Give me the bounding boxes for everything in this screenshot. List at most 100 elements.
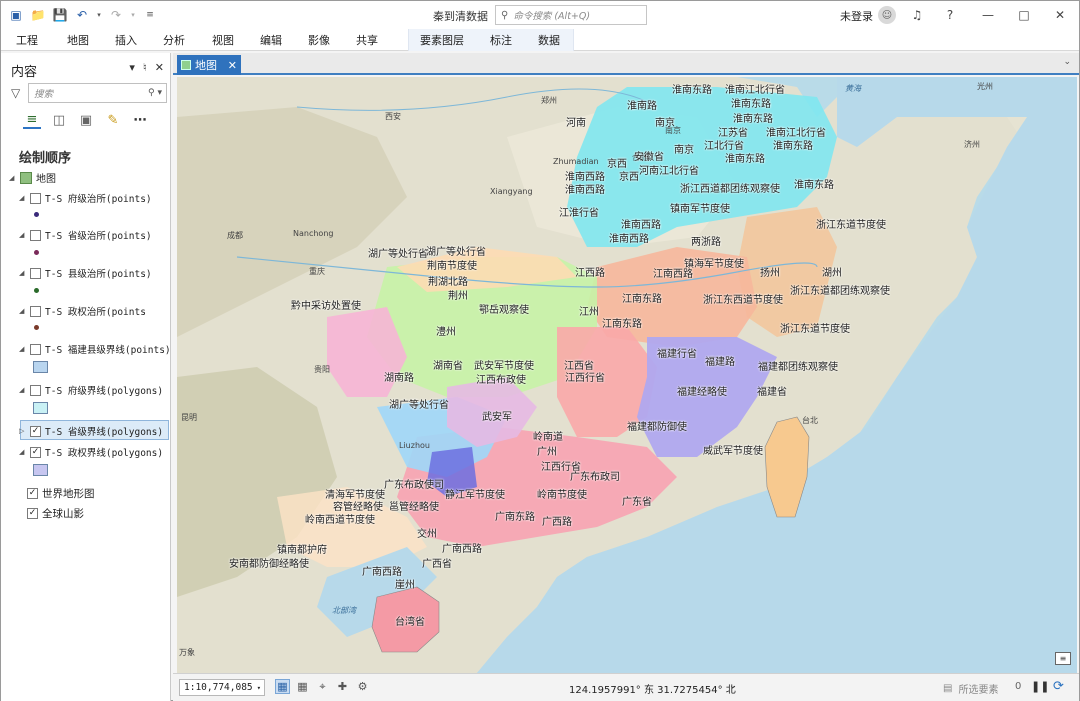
drawing-order-icon[interactable]: ≡	[23, 111, 41, 129]
tab-view[interactable]: 视图	[212, 32, 234, 48]
layer-row[interactable]: ◢ T-S 政权治所(points	[19, 304, 146, 318]
basemap-visibility-checkbox[interactable]: ✓	[27, 508, 38, 519]
crosshair-icon[interactable]: ✚	[335, 679, 350, 694]
region-label: 广南西路	[442, 544, 482, 555]
collapse-arrow-icon[interactable]: ◢	[19, 448, 26, 456]
help-icon[interactable]: ?	[941, 6, 959, 24]
data-source-icon[interactable]: ◫	[50, 111, 68, 129]
selection-view-icon[interactable]: ▣	[77, 111, 95, 129]
layer-visibility-checkbox[interactable]	[30, 192, 41, 204]
layer-row[interactable]: ◢ T-S 府级界线(polygons)	[19, 383, 163, 397]
login-status[interactable]: 未登录	[840, 8, 873, 24]
attribution-icon[interactable]: ≡	[1055, 652, 1071, 665]
redo-dropdown-icon[interactable]: ▾	[129, 6, 137, 24]
layer-visibility-checkbox[interactable]	[30, 343, 41, 355]
more-options-icon[interactable]: ⋯	[131, 111, 149, 129]
layer-visibility-checkbox[interactable]: ✓	[30, 446, 41, 458]
layer-row[interactable]: ◢ ✓ T-S 政权界线(polygons)	[19, 445, 163, 459]
basemap-row[interactable]: ✓ 世界地形图	[27, 486, 95, 501]
search-dropdown-icon[interactable]: ⚲ ▾	[148, 88, 162, 98]
scale-selector[interactable]: 1:10,774,085 ▾	[179, 679, 265, 696]
snapping-icon[interactable]: ⌖	[315, 679, 330, 694]
layer-row[interactable]: ◢ T-S 府级治所(points)	[19, 191, 152, 205]
map-canvas[interactable]: 郑州 西安 Zhumadian Xiangyang 成都 Nanchong 重庆…	[177, 77, 1077, 673]
collapse-arrow-icon[interactable]: ◢	[9, 174, 16, 182]
close-icon[interactable]: ✕	[1051, 6, 1069, 24]
basemap-visibility-checkbox[interactable]: ✓	[27, 488, 38, 499]
tab-imagery[interactable]: 影像	[308, 32, 330, 48]
pause-drawing-icon[interactable]: ❚❚	[1031, 680, 1049, 693]
selected-features-indicator[interactable]: ▤ 所选要素	[943, 681, 998, 696]
layer-row[interactable]: ◢ T-S 省级治所(points)	[19, 228, 152, 242]
region-label: 湖广等处行省	[426, 247, 486, 258]
avatar-icon[interactable]: ☺	[878, 6, 896, 24]
open-folder-icon[interactable]: 📁	[29, 6, 47, 24]
basemap-label: 重庆	[309, 267, 325, 276]
region-label: 广东布政使司	[384, 480, 444, 491]
editing-view-icon[interactable]: ✎	[104, 111, 122, 129]
map-tree-node[interactable]: ◢ 地图	[9, 170, 56, 185]
region-label: 荆湖北路	[428, 277, 468, 288]
collapse-arrow-icon[interactable]: ◢	[19, 269, 26, 277]
undo-icon[interactable]: ↶	[73, 6, 91, 24]
expand-arrow-icon[interactable]: ▷	[19, 427, 26, 435]
tab-analysis[interactable]: 分析	[163, 32, 185, 48]
layer-row[interactable]: ◢ T-S 县级治所(points)	[19, 266, 152, 280]
minimize-icon[interactable]: —	[979, 6, 997, 24]
tab-edit[interactable]: 编辑	[260, 32, 282, 48]
tab-project[interactable]: 工程	[16, 32, 38, 48]
tab-labeling[interactable]: 标注	[490, 32, 512, 48]
layer-row-selected[interactable]: ▷ ✓ T-S 省级界线(polygons)	[19, 424, 163, 438]
fixed-zoom-icon[interactable]: ▦	[275, 679, 290, 694]
map-view-icon	[181, 60, 191, 70]
window-title: 秦到清数据	[433, 10, 488, 23]
layer-search-input[interactable]: 搜索 ⚲ ▾	[28, 83, 167, 103]
filter-icon[interactable]: ▽	[11, 86, 20, 100]
collapse-arrow-icon[interactable]: ◢	[19, 345, 26, 353]
region-label: 淮南东路	[672, 85, 712, 96]
command-search-input[interactable]: ⚲ 命令搜索 (Alt+Q)	[495, 5, 647, 25]
tab-data[interactable]: 数据	[538, 32, 560, 48]
customize-toolbar-icon[interactable]: ≡	[141, 6, 159, 24]
layer-visibility-checkbox[interactable]: ✓	[30, 425, 41, 437]
tab-map[interactable]: 地图	[67, 32, 89, 48]
polygon-symbol-swatch	[33, 464, 48, 476]
tab-map-view[interactable]: 地图 ✕	[177, 55, 241, 75]
layer-visibility-checkbox[interactable]	[30, 305, 41, 317]
collapse-arrow-icon[interactable]: ◢	[19, 194, 26, 202]
new-project-icon[interactable]: ▣	[7, 6, 25, 24]
pin-icon[interactable]: ♮	[143, 61, 147, 74]
pane-controls: ▾ ♮ ✕	[129, 61, 164, 74]
basemap-label: Xiangyang	[490, 187, 533, 196]
collapse-arrow-icon[interactable]: ◢	[19, 307, 26, 315]
basemap-row[interactable]: ✓ 全球山影	[27, 506, 84, 521]
collapse-arrow-icon[interactable]: ◢	[19, 386, 26, 394]
region-label: 淮南东路	[773, 141, 813, 152]
tab-feature-layer[interactable]: 要素图层	[420, 32, 464, 48]
layer-visibility-checkbox[interactable]	[30, 384, 41, 396]
pane-options-icon[interactable]: ▾	[129, 61, 135, 74]
undo-dropdown-icon[interactable]: ▾	[95, 6, 103, 24]
tab-list-dropdown-icon[interactable]: ⌄	[1063, 57, 1071, 67]
region-label: 江西行省	[565, 373, 605, 384]
refresh-icon[interactable]: ⟳	[1053, 679, 1064, 694]
save-icon[interactable]: 💾	[51, 6, 69, 24]
basemap-label: 成都	[227, 231, 243, 240]
region-label: 淮南东路	[731, 99, 771, 110]
tools-icon[interactable]: ⚙	[355, 679, 370, 694]
layer-row[interactable]: ◢ T-S 福建县级界线(points)	[19, 342, 171, 356]
bell-icon[interactable]: ♫	[908, 6, 926, 24]
region-label: 湖南省	[433, 361, 463, 372]
layer-visibility-checkbox[interactable]	[30, 267, 41, 279]
grid-icon[interactable]: ▦	[295, 679, 310, 694]
tab-share[interactable]: 共享	[356, 32, 378, 48]
coordinate-format-dropdown-icon[interactable]: ⌄	[729, 681, 737, 691]
pane-close-icon[interactable]: ✕	[155, 61, 164, 74]
collapse-arrow-icon[interactable]: ◢	[19, 231, 26, 239]
redo-icon[interactable]: ↷	[107, 6, 125, 24]
app-window: ▣ 📁 💾 ↶ ▾ ↷ ▾ ≡ 秦到清数据 ⚲ 命令搜索 (Alt+Q) 未登录…	[0, 0, 1080, 701]
tab-insert[interactable]: 插入	[115, 32, 137, 48]
tab-close-icon[interactable]: ✕	[228, 59, 237, 72]
maximize-icon[interactable]: □	[1015, 6, 1033, 24]
layer-visibility-checkbox[interactable]	[30, 229, 41, 241]
